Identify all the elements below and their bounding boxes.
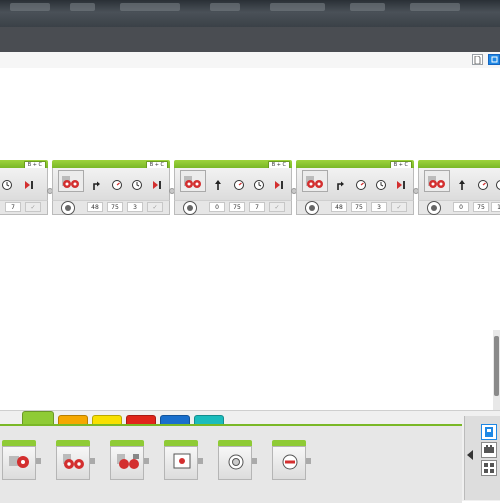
medium-motor-icon <box>5 452 35 472</box>
scrollbar-thumb[interactable] <box>494 336 499 396</box>
palette-brick-status-light-block[interactable] <box>272 440 306 484</box>
rotations-value[interactable]: 3 <box>371 202 387 212</box>
move-steering-icon <box>59 452 89 472</box>
document-icon[interactable] <box>472 54 483 65</box>
block-header <box>418 160 500 168</box>
hardware-page-panel <box>464 416 500 500</box>
power-value[interactable]: 75 <box>473 202 489 212</box>
sound-icon <box>221 452 251 472</box>
block-body <box>296 168 414 200</box>
block-body <box>418 168 500 200</box>
rotations-icon <box>1 179 13 191</box>
straight-arrow-icon <box>456 179 468 191</box>
move-steering-icon[interactable] <box>424 170 450 192</box>
brake-at-end-icon <box>23 179 35 191</box>
app-title-bar <box>0 27 500 53</box>
power-value[interactable]: 75 <box>351 202 367 212</box>
power-icon <box>111 179 123 191</box>
tab-flow-control[interactable] <box>58 415 88 424</box>
steering-arrow-icon <box>334 179 346 191</box>
brake-checkbox[interactable]: ✓ <box>25 202 41 212</box>
block-body <box>52 168 170 200</box>
block-body <box>0 168 48 200</box>
palette-sound-block[interactable] <box>218 440 252 484</box>
program-toolbar <box>0 52 500 69</box>
move-steering-block-partial[interactable]: B + C 7 ✓ <box>0 160 48 220</box>
steering-value[interactable]: 0 <box>453 202 469 212</box>
block-values-row: 48 75 3 ✓ <box>296 200 414 215</box>
tab-sensor[interactable] <box>92 415 122 424</box>
rotations-icon <box>375 179 387 191</box>
move-steering-icon[interactable] <box>58 170 84 192</box>
tab-advanced[interactable] <box>160 415 190 424</box>
steering-value[interactable]: 48 <box>331 202 347 212</box>
steering-value[interactable]: 48 <box>87 202 103 212</box>
display-icon <box>167 452 197 472</box>
straight-arrow-icon <box>212 179 224 191</box>
power-icon <box>233 179 245 191</box>
rotations-value[interactable]: 1 <box>491 202 500 212</box>
collapse-arrow-icon[interactable] <box>467 450 473 460</box>
palette-display-block[interactable] <box>164 440 198 484</box>
move-steering-block[interactable]: B + C 48 75 3 ✓ <box>52 160 170 220</box>
move-steering-icon[interactable] <box>180 170 206 192</box>
brick-status-light-icon <box>275 452 305 472</box>
programming-canvas[interactable]: B + C 7 ✓ B + C 48 75 3 <box>0 68 500 410</box>
block-values-row: 0 75 7 ✓ <box>174 200 292 215</box>
brick-info-icon[interactable] <box>481 424 497 440</box>
tab-data-operations[interactable] <box>126 415 156 424</box>
block-header: B + C <box>0 160 48 168</box>
blue-app-icon[interactable] <box>488 54 500 65</box>
palette-move-steering-block[interactable] <box>56 440 90 484</box>
tab-my-blocks[interactable] <box>194 415 224 424</box>
available-bricks-icon[interactable] <box>481 460 497 476</box>
mode-selector-icon[interactable] <box>305 201 319 215</box>
move-steering-block[interactable]: B + C 48 75 3 ✓ <box>296 160 414 220</box>
palette-block-strip <box>0 424 462 503</box>
rotations-icon <box>131 179 143 191</box>
steering-value[interactable]: 0 <box>209 202 225 212</box>
rotations-icon <box>495 179 500 191</box>
canvas-scrollbar[interactable] <box>493 330 500 410</box>
brake-at-end-icon <box>273 179 285 191</box>
port-view-icon[interactable] <box>481 442 497 458</box>
palette-medium-motor-block[interactable] <box>2 440 36 484</box>
power-icon <box>355 179 367 191</box>
mode-selector-icon[interactable] <box>183 201 197 215</box>
block-values-row: 0 75 1 <box>418 200 500 215</box>
brake-at-end-icon <box>151 179 163 191</box>
power-value[interactable]: 75 <box>107 202 123 212</box>
background-photo-strip <box>0 0 500 27</box>
block-values-row: 48 75 3 ✓ <box>52 200 170 215</box>
block-header: B + C <box>296 160 414 168</box>
programming-palette <box>0 410 500 501</box>
move-tank-icon <box>113 452 143 472</box>
rotations-value[interactable]: 3 <box>127 202 143 212</box>
move-steering-icon[interactable] <box>302 170 328 192</box>
rotations-value[interactable]: 7 <box>5 202 21 212</box>
palette-move-tank-block[interactable] <box>110 440 144 484</box>
power-value[interactable]: 75 <box>229 202 245 212</box>
block-header: B + C <box>174 160 292 168</box>
brake-checkbox[interactable]: ✓ <box>391 202 407 212</box>
rotations-icon <box>253 179 265 191</box>
steering-arrow-icon <box>90 179 102 191</box>
move-steering-block-partial[interactable]: 0 75 1 <box>418 160 500 220</box>
block-values-row: 7 ✓ <box>0 200 48 215</box>
brake-checkbox[interactable]: ✓ <box>269 202 285 212</box>
power-icon <box>477 179 489 191</box>
brake-at-end-icon <box>395 179 407 191</box>
block-header: B + C <box>52 160 170 168</box>
block-body <box>174 168 292 200</box>
rotations-value[interactable]: 7 <box>249 202 265 212</box>
brake-checkbox[interactable]: ✓ <box>147 202 163 212</box>
mode-selector-icon[interactable] <box>427 201 441 215</box>
tab-action[interactable] <box>22 411 54 424</box>
move-steering-block[interactable]: B + C 0 75 7 ✓ <box>174 160 292 220</box>
mode-selector-icon[interactable] <box>61 201 75 215</box>
